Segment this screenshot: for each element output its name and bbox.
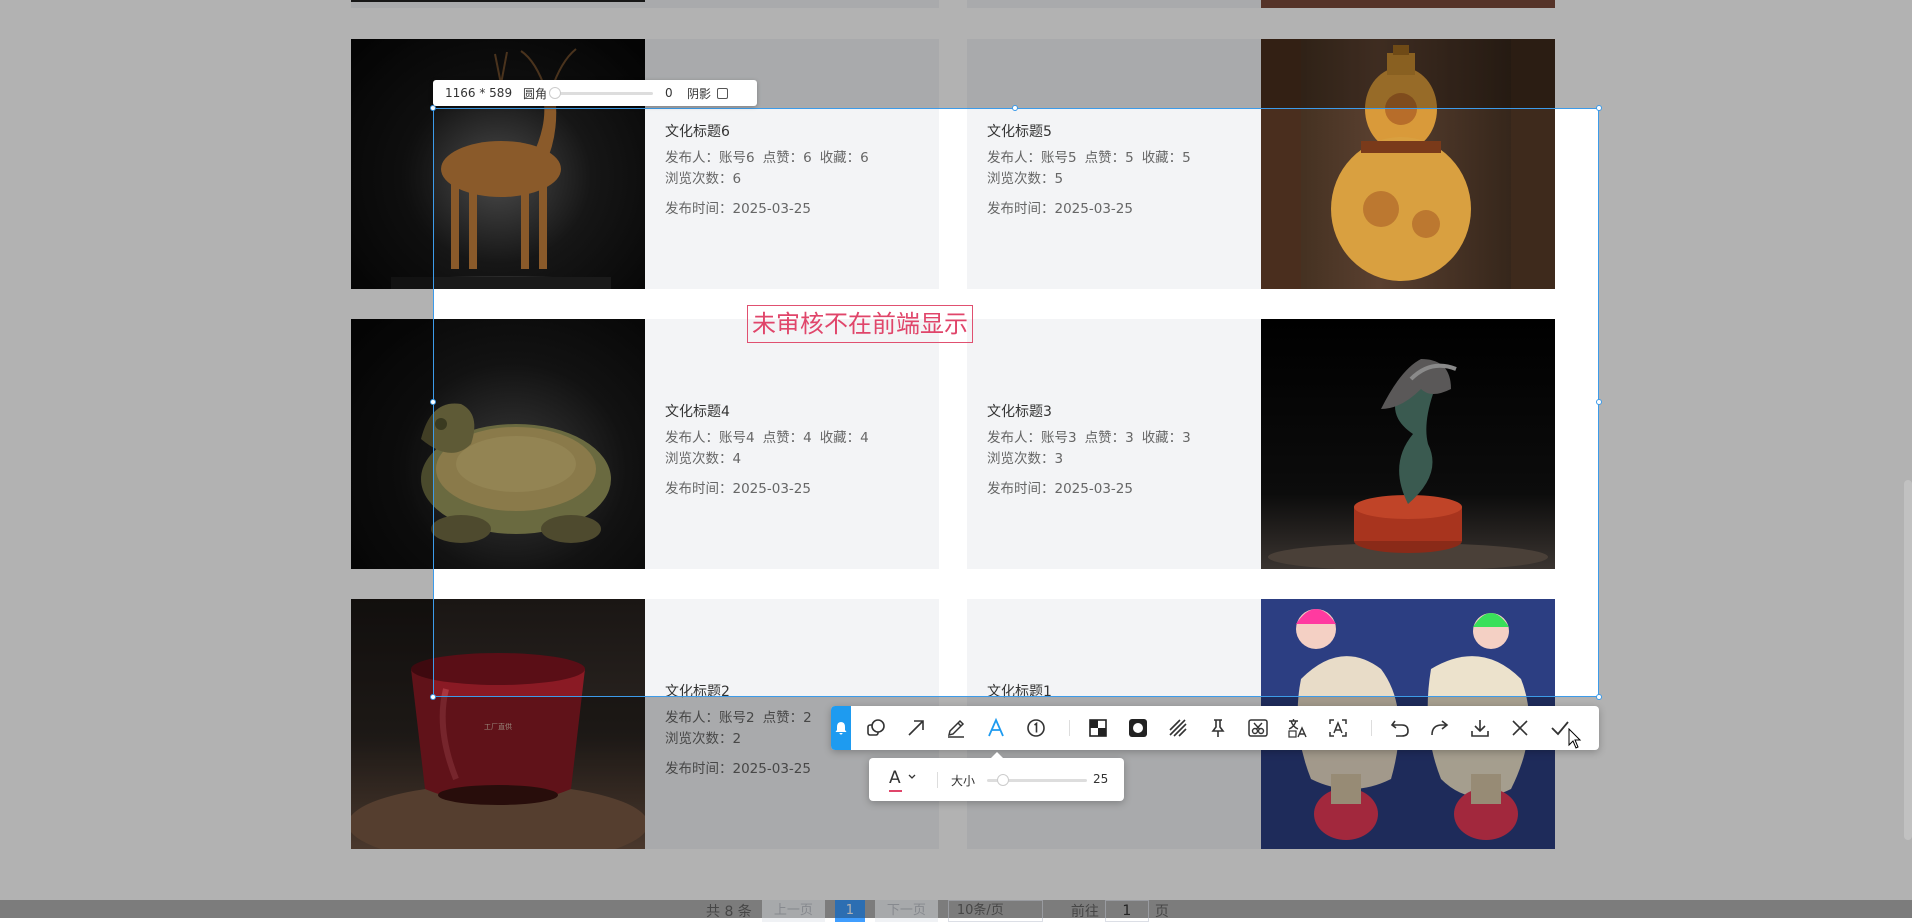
selection-dimensions: 1166 * 589 [445, 86, 513, 100]
shape-icon[interactable] [862, 714, 890, 742]
corner-radius-value: 0 [665, 86, 673, 100]
ocr-icon[interactable] [1324, 714, 1352, 742]
font-color-swatch [889, 790, 902, 792]
subbar-pointer [991, 752, 1003, 758]
undo-icon[interactable] [1386, 714, 1414, 742]
font-color-icon[interactable]: A [889, 768, 902, 792]
pager-overlay [0, 900, 1912, 918]
redo-icon[interactable] [1426, 714, 1454, 742]
font-color-letter: A [889, 768, 901, 788]
close-icon[interactable] [1506, 714, 1534, 742]
blur-icon[interactable] [1124, 714, 1152, 742]
bell-icon[interactable] [831, 706, 851, 750]
slider-knob[interactable] [997, 774, 1009, 786]
resize-handle-sw[interactable] [430, 694, 436, 700]
hatch-icon[interactable] [1164, 714, 1192, 742]
mouse-cursor-icon [1568, 728, 1582, 749]
screenshot-overlay-right [1599, 108, 1912, 697]
text-style-bar: A 大小 25 [869, 752, 1124, 801]
resize-handle-n[interactable] [1012, 105, 1018, 111]
font-size-value: 25 [1093, 772, 1109, 786]
screenshot-overlay-left [0, 108, 433, 697]
selection-info-bar: 1166 * 589 圆角 0 阴影 [433, 80, 757, 106]
pen-icon[interactable] [942, 714, 970, 742]
resize-handle-w[interactable] [430, 399, 436, 405]
resize-handle-e[interactable] [1596, 399, 1602, 405]
font-size-label: 大小 [951, 774, 976, 788]
capture-toolbar [831, 706, 1599, 750]
mosaic-icon[interactable] [1084, 714, 1112, 742]
font-size-slider[interactable] [987, 774, 1087, 786]
arrow-icon[interactable] [902, 714, 930, 742]
scissors-icon[interactable] [1244, 714, 1272, 742]
toolbar-divider [1069, 720, 1070, 736]
number-icon[interactable] [1022, 714, 1050, 742]
translate-icon[interactable] [1284, 714, 1312, 742]
shadow-label: 阴影 [687, 86, 712, 101]
resize-handle-se[interactable] [1596, 694, 1602, 700]
page-scrollbar[interactable] [1904, 480, 1912, 840]
resize-handle-ne[interactable] [1596, 105, 1602, 111]
screenshot-overlay-top [0, 0, 1912, 108]
corner-radius-label: 圆角 [523, 86, 548, 101]
text-annotation[interactable]: 未审核不在前端显示 [747, 305, 973, 343]
subbar-divider [937, 772, 938, 788]
download-icon[interactable] [1466, 714, 1494, 742]
chevron-down-icon[interactable] [907, 772, 917, 782]
toolbar-divider [1371, 720, 1372, 736]
corner-radius-slider[interactable] [549, 86, 654, 99]
shadow-checkbox[interactable] [717, 87, 729, 99]
pin-icon[interactable] [1204, 714, 1232, 742]
capture-selection-box[interactable] [430, 105, 1602, 700]
page: 文化标题6 发布人：账号6 点赞：6 收藏：6 浏览次数：6 发布时间：2025-0… [0, 0, 1912, 922]
text-icon[interactable] [982, 714, 1010, 742]
slider-knob[interactable] [549, 86, 562, 99]
